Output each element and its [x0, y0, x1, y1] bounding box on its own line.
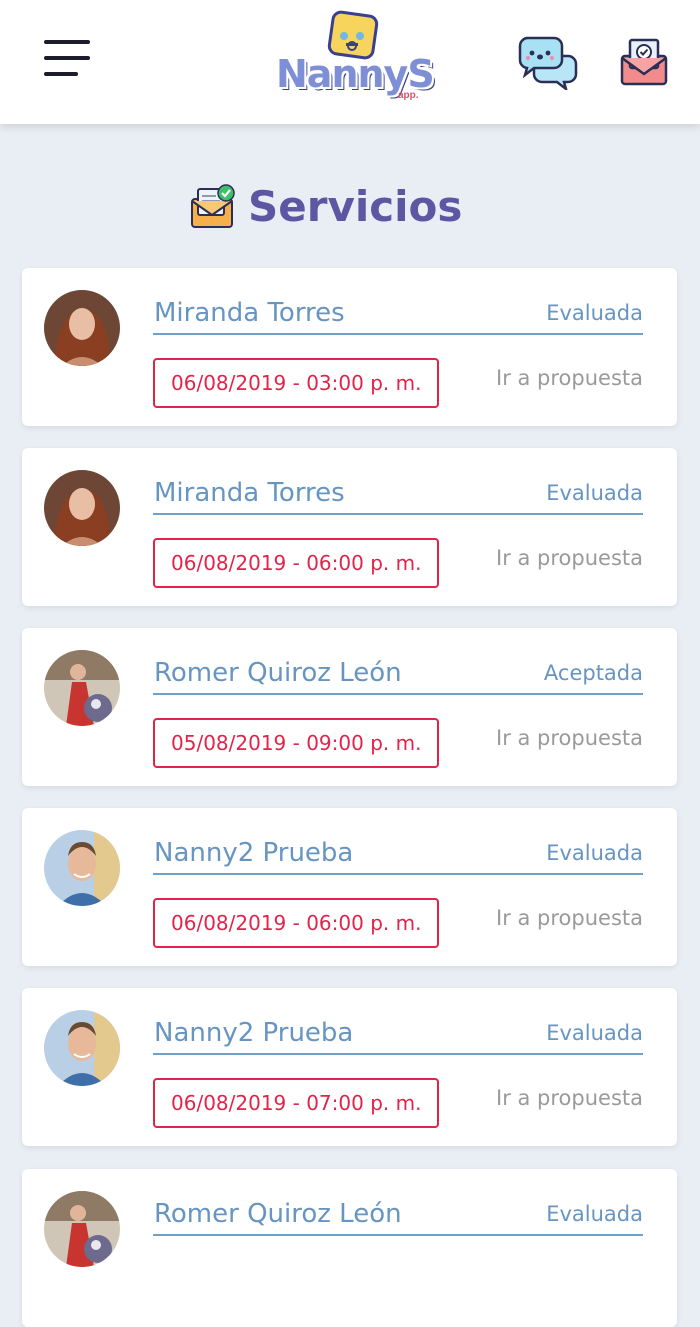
go-to-proposal-link[interactable]: Ir a propuesta — [496, 546, 643, 570]
service-card[interactable]: Romer Quiroz León Aceptada 05/08/2019 - … — [22, 628, 677, 786]
status-label: Evaluada — [546, 301, 643, 325]
service-datetime: 05/08/2019 - 09:00 p. m. — [153, 718, 440, 768]
status-label: Evaluada — [546, 1021, 643, 1045]
go-to-proposal-link[interactable]: Ir a propuesta — [496, 726, 643, 750]
service-datetime: 06/08/2019 - 03:00 p. m. — [153, 358, 440, 408]
status-label: Evaluada — [546, 481, 643, 505]
service-datetime: 06/08/2019 - 07:00 p. m. — [153, 1078, 440, 1128]
nanny-name: Miranda Torres — [154, 298, 345, 328]
page-heading: Servicios — [190, 176, 462, 236]
status-label: Evaluada — [546, 841, 643, 865]
status-label: Aceptada — [543, 661, 643, 685]
logo-subtext: app. — [398, 90, 419, 101]
nanny-name: Miranda Torres — [154, 478, 345, 508]
name-row: Nanny2 Prueba Evaluada — [153, 1018, 643, 1055]
top-bar: NannyS app. — [0, 0, 700, 124]
avatar — [44, 1010, 120, 1086]
name-row: Miranda Torres Evaluada — [153, 298, 643, 335]
go-to-proposal-link[interactable]: Ir a propuesta — [496, 906, 643, 930]
avatar — [44, 650, 120, 726]
service-card[interactable]: Nanny2 Prueba Evaluada 06/08/2019 - 06:0… — [22, 808, 677, 966]
nanny-name: Romer Quiroz León — [154, 1199, 402, 1229]
service-card[interactable]: Romer Quiroz León Evaluada — [22, 1169, 677, 1327]
avatar — [44, 290, 120, 366]
go-to-proposal-link[interactable]: Ir a propuesta — [496, 366, 643, 390]
name-row: Nanny2 Prueba Evaluada — [153, 838, 643, 875]
service-card[interactable]: Miranda Torres Evaluada 06/08/2019 - 06:… — [22, 448, 677, 606]
name-row: Miranda Torres Evaluada — [153, 478, 643, 515]
nanny-name: Nanny2 Prueba — [154, 838, 354, 868]
name-row: Romer Quiroz León Aceptada — [153, 658, 643, 695]
page-title: Servicios — [248, 181, 463, 231]
hamburger-menu-icon[interactable] — [44, 40, 92, 78]
avatar — [44, 470, 120, 546]
chat-bubbles-icon[interactable] — [516, 34, 578, 93]
avatar — [44, 830, 120, 906]
service-card[interactable]: Nanny2 Prueba Evaluada 06/08/2019 - 07:0… — [22, 988, 677, 1146]
go-to-proposal-link[interactable]: Ir a propuesta — [496, 1086, 643, 1110]
status-label: Evaluada — [546, 1202, 643, 1226]
nanny-name: Nanny2 Prueba — [154, 1018, 354, 1048]
envelope-check-icon — [191, 184, 235, 228]
service-card[interactable]: Miranda Torres Evaluada 06/08/2019 - 03:… — [22, 268, 677, 426]
name-row: Romer Quiroz León Evaluada — [153, 1199, 643, 1236]
mail-check-icon[interactable] — [618, 36, 670, 88]
avatar — [44, 1191, 120, 1267]
service-datetime: 06/08/2019 - 06:00 p. m. — [153, 538, 440, 588]
nanny-name: Romer Quiroz León — [154, 658, 402, 688]
service-datetime: 06/08/2019 - 06:00 p. m. — [153, 898, 440, 948]
app-logo[interactable]: NannyS app. — [276, 10, 435, 102]
